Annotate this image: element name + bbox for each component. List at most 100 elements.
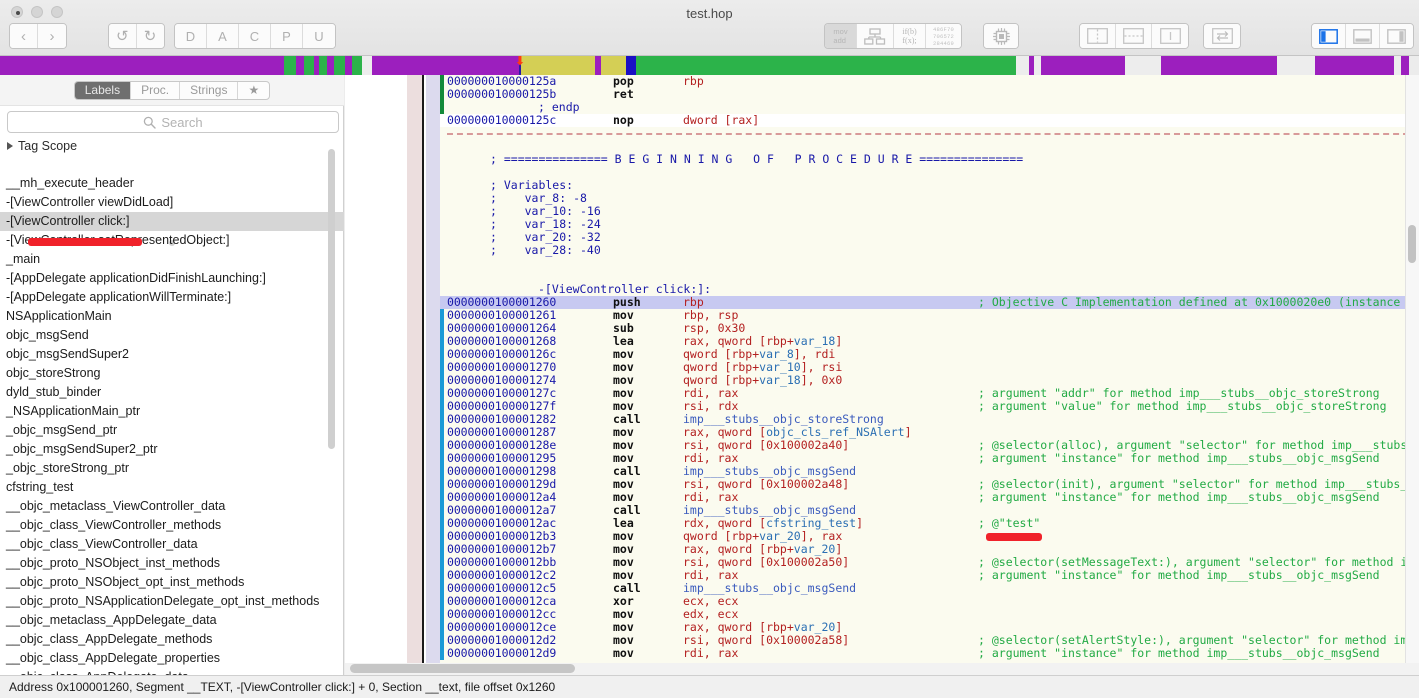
- segment-block[interactable]: [600, 56, 626, 75]
- disassembly-scrollbar-thumb[interactable]: [1408, 225, 1416, 263]
- tab-labels[interactable]: Labels: [74, 81, 132, 99]
- sidebar-tabs[interactable]: Labels Proc. Strings ★: [73, 80, 271, 100]
- disassembly-scrollbar-track[interactable]: [1405, 75, 1419, 663]
- cpu-mode-button[interactable]: [984, 24, 1018, 48]
- instruction-row[interactable]: 00000001000012ac lea rdx, qword [cfstring_…: [440, 517, 1419, 530]
- segment-block[interactable]: [1277, 56, 1316, 75]
- instruction-row[interactable]: 00000001000012d9 mov rdi, rax ; argument "i…: [440, 647, 1419, 660]
- split-horizontal-button[interactable]: [1116, 24, 1152, 48]
- comment-row[interactable]: ; endp: [440, 101, 1419, 114]
- instruction-operands[interactable]: rdi, rax: [683, 647, 738, 660]
- list-item[interactable]: __objc_proto_NSApplicationDelegate_opt_i…: [0, 592, 344, 611]
- data-button[interactable]: D: [175, 24, 207, 48]
- segment-block[interactable]: [326, 56, 335, 75]
- instruction-operands[interactable]: dword [rax]: [683, 114, 759, 127]
- list-item[interactable]: __objc_class_AppDelegate_data: [0, 668, 344, 675]
- toggle-bottom-panel-button[interactable]: [1346, 24, 1380, 48]
- list-item[interactable]: _main: [0, 250, 344, 269]
- list-item[interactable]: __objc_metaclass_ViewController_data: [0, 497, 344, 516]
- segment-block[interactable]: [344, 56, 353, 75]
- navigation-buttons[interactable]: ‹ ›: [9, 23, 67, 49]
- list-item[interactable]: __objc_class_AppDelegate_properties: [0, 649, 344, 668]
- transform-buttons[interactable]: D A C P U: [174, 23, 336, 49]
- tab-strings[interactable]: Strings: [180, 81, 239, 99]
- forward-button[interactable]: ›: [38, 24, 66, 48]
- list-item[interactable]: __mh_execute_header: [0, 174, 344, 193]
- instruction-row[interactable]: 00000001000012a4 mov rdi, rax; argument "i…: [440, 491, 1419, 504]
- list-item[interactable]: -[AppDelegate applicationWillTerminate:]: [0, 288, 344, 307]
- list-item[interactable]: objc_msgSendSuper2: [0, 345, 344, 364]
- procedure-button[interactable]: P: [271, 24, 303, 48]
- segment-block[interactable]: [304, 56, 315, 75]
- comment-row[interactable]: ; var_28: -40: [440, 244, 1419, 257]
- segment-block[interactable]: [334, 56, 345, 75]
- instruction-row[interactable]: 00000001000012c2 mov rdi, rax; argument "i…: [440, 569, 1419, 582]
- comment-row[interactable]: ; =============== B E G I N N I N G O F …: [440, 153, 1419, 166]
- segment-block[interactable]: [0, 56, 284, 75]
- instruction-operands[interactable]: rbp: [683, 75, 704, 88]
- instruction-row[interactable]: 000000010000125a pop rbp: [440, 75, 1419, 88]
- segment-block[interactable]: [1041, 56, 1126, 75]
- segment-block[interactable]: [314, 56, 320, 75]
- segment-block[interactable]: [1033, 56, 1042, 75]
- list-item[interactable]: objc_msgSend: [0, 326, 344, 345]
- instruction-row[interactable]: 000000010000125b ret: [440, 88, 1419, 101]
- instruction-row[interactable]: 00000001000012c5 call imp___stubs__objc_ms…: [440, 582, 1419, 595]
- list-item[interactable]: __objc_metaclass_AppDelegate_data: [0, 611, 344, 630]
- toggle-left-sidebar-button[interactable]: [1312, 24, 1346, 48]
- sidebar-toggle-buttons[interactable]: [1311, 23, 1414, 49]
- instruction-row[interactable]: 00000001000012cc mov edx, ecx: [440, 608, 1419, 621]
- list-item[interactable]: cfstring_test: [0, 478, 344, 497]
- list-item[interactable]: _NSApplicationMain_ptr: [0, 402, 344, 421]
- sidebar-scrollbar-thumb[interactable]: [328, 149, 335, 449]
- list-item[interactable]: __objc_class_AppDelegate_methods: [0, 630, 344, 649]
- view-mode-selector[interactable]: mov add if(b) f(x); 486F70 706572 284469: [824, 23, 963, 49]
- cpu-mode-button-group[interactable]: [983, 23, 1019, 49]
- list-item[interactable]: NSApplicationMain: [0, 307, 344, 326]
- list-item[interactable]: __objc_proto_NSObject_inst_methods: [0, 554, 344, 573]
- list-item[interactable]: __objc_class_ViewController_methods: [0, 516, 344, 535]
- single-pane-button[interactable]: [1152, 24, 1188, 48]
- instruction-row[interactable]: 00000001000012a7 call imp___stubs__objc_ms…: [440, 504, 1419, 517]
- list-item[interactable]: _objc_msgSend_ptr: [0, 421, 344, 440]
- instruction-row[interactable]: 00000001000012b3 mov qword [rbp+var_20], r…: [440, 530, 1419, 543]
- instruction-row[interactable]: 00000001000012ca xor ecx, ecx: [440, 595, 1419, 608]
- history-buttons[interactable]: ↺ ↻: [108, 23, 165, 49]
- segment-block[interactable]: [1401, 56, 1409, 75]
- instruction-row[interactable]: 000000010000126c mov qword [rbp+var_8], rd…: [440, 348, 1419, 361]
- list-item-selected[interactable]: -[ViewController click:]: [0, 212, 344, 231]
- instruction-row-selected[interactable]: 0000000100001260 push rbp; Objective C Imp…: [440, 296, 1419, 309]
- undefine-button[interactable]: U: [303, 24, 335, 48]
- segment-block[interactable]: [352, 56, 363, 75]
- list-item[interactable]: dyld_stub_binder: [0, 383, 344, 402]
- undo-button[interactable]: ↺: [109, 24, 137, 48]
- instruction-row[interactable]: 000000010000125c nop dword [rax]: [440, 114, 1419, 127]
- instruction-row[interactable]: 0000000100001282 call imp___stubs__objc_st…: [440, 413, 1419, 426]
- list-item[interactable]: __objc_class_ViewController_data: [0, 535, 344, 554]
- control-flow-graph-button[interactable]: [857, 24, 894, 48]
- segment-block[interactable]: [372, 56, 520, 75]
- list-item[interactable]: _objc_storeStrong_ptr: [0, 459, 344, 478]
- segment-block[interactable]: [1315, 56, 1394, 75]
- code-button[interactable]: C: [239, 24, 271, 48]
- label-list[interactable]: __mh_execute_header -[ViewController view…: [0, 174, 344, 675]
- segment-block[interactable]: [636, 56, 1017, 75]
- segment-block[interactable]: [283, 56, 297, 75]
- segment-block[interactable]: [1393, 56, 1402, 75]
- ascii-button[interactable]: A: [207, 24, 239, 48]
- segment-block[interactable]: [1125, 56, 1161, 75]
- instruction-row[interactable]: 0000000100001295 mov rdi, rax; argument "i…: [440, 452, 1419, 465]
- assembly-view-button[interactable]: mov add: [825, 24, 857, 48]
- segment-block[interactable]: [362, 56, 373, 75]
- compare-button-group[interactable]: [1203, 23, 1241, 49]
- segment-block[interactable]: [296, 56, 305, 75]
- segment-block[interactable]: [319, 56, 327, 75]
- split-vertical-button[interactable]: [1080, 24, 1116, 48]
- segment-block[interactable]: [625, 56, 636, 75]
- segment-block[interactable]: [1016, 56, 1029, 75]
- segment-block[interactable]: [1028, 56, 1034, 75]
- disassembly-view[interactable]: 000000010000125a pop rbp 000000010000125b re…: [440, 75, 1419, 663]
- redo-button[interactable]: ↻: [136, 24, 164, 48]
- pane-layout-buttons[interactable]: [1079, 23, 1189, 49]
- list-item[interactable]: -[AppDelegate applicationDidFinishLaunch…: [0, 269, 344, 288]
